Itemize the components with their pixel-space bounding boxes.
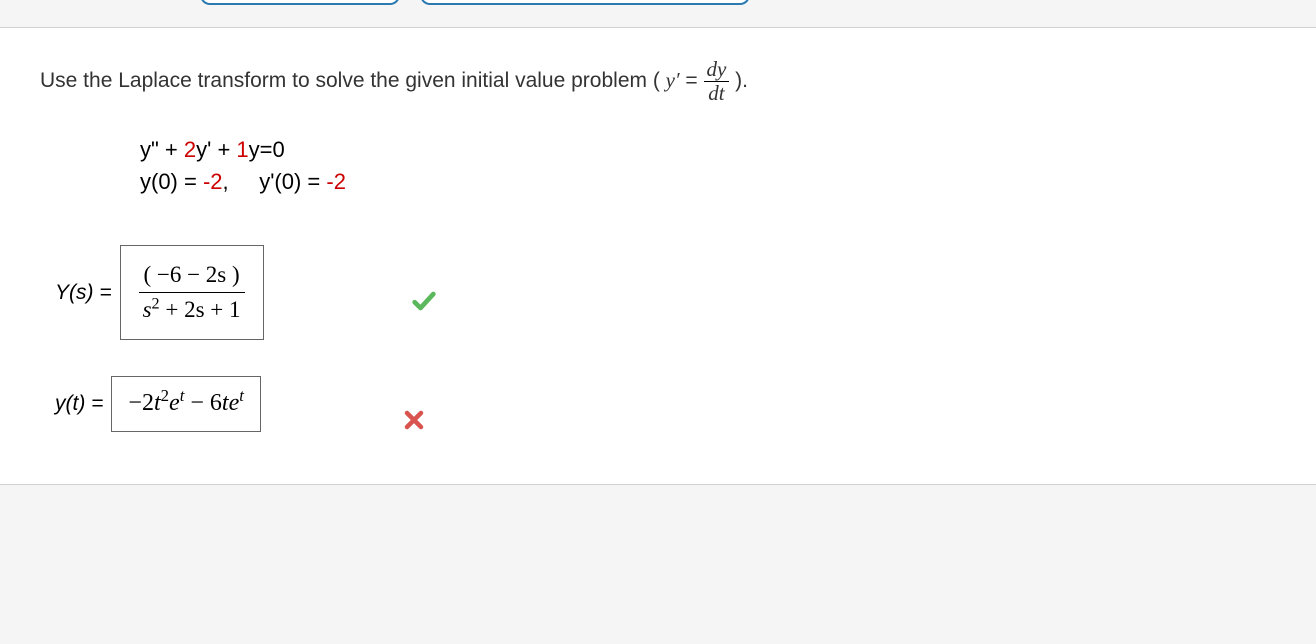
ode-mid1: y' +: [196, 137, 236, 162]
tab-edge-1: [200, 0, 400, 5]
frac-den: dt: [704, 82, 730, 105]
Ys-denominator: s2 + 2s + 1: [139, 293, 245, 327]
Ys-label: Y(s) =: [55, 281, 112, 305]
ic-val1: -2: [203, 169, 223, 194]
answer-row-yt: y(t) = −2t2et − 6tet: [40, 376, 1276, 432]
top-bar: [0, 0, 1316, 28]
instruction-text: Use the Laplace transform to solve the g…: [40, 58, 1276, 105]
answer-row-Ys: Y(s) = ( −6 − 2s ) s2 + 2s + 1: [40, 245, 1276, 340]
initial-conditions: y(0) = -2, y'(0) = -2: [140, 169, 1276, 195]
yt-t2: t: [222, 390, 229, 416]
ode-equation: y" + 2y' + 1y=0: [140, 137, 1276, 163]
x-svg: [402, 408, 426, 432]
problem-block: y" + 2y' + 1y=0 y(0) = -2, y'(0) = -2: [140, 137, 1276, 195]
Ys-denom-exp: 2: [152, 295, 160, 312]
Ys-answer-box[interactable]: ( −6 − 2s ) s2 + 2s + 1: [120, 245, 264, 340]
ode-coeff2: 1: [236, 137, 248, 162]
ode-suffix: y=0: [249, 137, 285, 162]
ic-prefix: y(0) =: [140, 169, 203, 194]
yt-e1: e: [169, 390, 180, 416]
instruction-prefix: Use the Laplace transform to solve the g…: [40, 69, 666, 92]
Ys-denom-s: s: [143, 297, 152, 322]
instruction-equals: =: [680, 69, 704, 92]
ode-coeff1: 2: [184, 137, 196, 162]
dy-dt-fraction: dy dt: [704, 58, 730, 105]
yt-p1: −2: [128, 390, 154, 416]
yt-mid: − 6: [184, 390, 222, 416]
yt-label: y(t) =: [55, 392, 103, 416]
frac-num: dy: [704, 58, 730, 82]
tab-edges: [200, 0, 750, 5]
check-svg: [410, 287, 438, 315]
instruction-var: y′: [666, 68, 680, 92]
ic-val2: -2: [326, 169, 346, 194]
ode-prefix: y" +: [140, 137, 184, 162]
yt-e2: e: [229, 390, 240, 416]
check-icon: [410, 287, 438, 323]
Ys-numerator: ( −6 − 2s ): [139, 258, 245, 293]
Ys-fraction: ( −6 − 2s ) s2 + 2s + 1: [139, 258, 245, 327]
yt-expression: −2t2et − 6tet: [128, 390, 243, 417]
ic-sep: , y'(0) =: [223, 169, 327, 194]
yt-answer-box[interactable]: −2t2et − 6tet: [111, 376, 260, 432]
yt-eexp2: t: [239, 386, 244, 405]
x-icon: [402, 406, 426, 440]
yt-exp1: 2: [161, 386, 169, 405]
question-content: Use the Laplace transform to solve the g…: [0, 28, 1316, 485]
instruction-suffix: ).: [729, 69, 748, 92]
yt-t1: t: [154, 390, 161, 416]
tab-edge-2: [420, 0, 750, 5]
Ys-denom-rest: + 2s + 1: [160, 297, 241, 322]
